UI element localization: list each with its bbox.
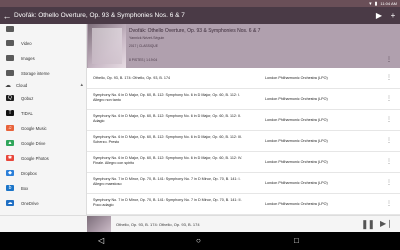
folder-icon: [6, 70, 14, 76]
sidebar-item-label: Google Music: [21, 125, 47, 131]
now-playing-art: [87, 216, 111, 233]
cloud-section-header[interactable]: ☁ Cloud ▴: [0, 80, 86, 90]
sidebar-folder-label: Video: [21, 40, 32, 46]
track-row[interactable]: Symphony No. 6 in D Major, Op. 60, B. 11…: [87, 110, 400, 131]
status-time: 11:04 AM: [380, 1, 397, 6]
track-row[interactable]: Symphony No. 7 in D Minor, Op. 70, B. 14…: [87, 173, 400, 194]
sidebar-item-google-drive[interactable]: ▲ Google Drive: [0, 136, 86, 150]
album-title: Dvořák: Othello Overture, Op. 93 & Symph…: [129, 28, 261, 34]
cloud-icon: ☁: [5, 82, 11, 89]
track-row[interactable]: Symphony No. 7 in D Minor, Op. 70, B. 14…: [87, 194, 400, 215]
track-row[interactable]: Othello, Op. 93, B. 174: Othello, Op. 93…: [87, 68, 400, 89]
album-cover: [88, 24, 126, 68]
google-drive-icon: ▲: [6, 140, 14, 146]
sidebar-item-google-photos[interactable]: ✱ Google Photos: [0, 151, 86, 165]
track-row[interactable]: Symphony No. 6 in D Major, Op. 60, B. 11…: [87, 131, 400, 152]
chevron-up-icon[interactable]: ▴: [80, 82, 83, 88]
track-artist: London Philharmonic Orchestra (LPO): [265, 202, 328, 206]
track-title: Symphony No. 7 in D Minor, Op. 70, B. 14…: [93, 198, 242, 207]
sidebar-folder[interactable]: [0, 24, 86, 36]
main-content: Dvořák: Othello Overture, Op. 93 & Symph…: [87, 24, 400, 215]
album-header: Dvořák: Othello Overture, Op. 93 & Symph…: [87, 24, 400, 68]
app-bar: ← Dvořák: Othello Overture, Op. 93 & Sym…: [0, 7, 400, 24]
nav-recents-icon[interactable]: □: [294, 236, 299, 245]
back-arrow-icon[interactable]: ←: [0, 11, 14, 21]
skip-next-icon[interactable]: ▶❘: [380, 219, 393, 228]
nav-bar: ◁ ○ □: [0, 232, 400, 250]
track-artist: London Philharmonic Orchestra (LPO): [265, 97, 328, 101]
box-icon: b: [6, 185, 14, 191]
track-title: Symphony No. 6 in D Major, Op. 60, B. 11…: [93, 135, 243, 144]
sidebar-item-google-music[interactable]: ♫ Google Music: [0, 121, 86, 135]
track-more-icon[interactable]: ⋮: [386, 137, 392, 144]
sidebar-item-dropbox[interactable]: ◆ Dropbox: [0, 166, 86, 180]
sidebar-item-label: Dropbox: [21, 170, 37, 176]
sidebar-item-label: TIDAL: [21, 110, 33, 116]
sidebar-item-qobuz[interactable]: Q Qobuz: [0, 91, 86, 105]
sidebar-item-label: OneDrive: [21, 200, 39, 206]
sidebar-item-label: Box: [21, 185, 29, 191]
track-artist: London Philharmonic Orchestra (LPO): [265, 181, 328, 185]
track-more-icon[interactable]: ⋮: [386, 95, 392, 102]
sidebar-item-onedrive[interactable]: ☁ OneDrive: [0, 196, 86, 210]
now-playing-text: Othello, Op. 93, B. 174: Othello, Op. 93…: [116, 222, 200, 227]
mini-player[interactable]: Othello, Op. 93, B. 174: Othello, Op. 93…: [0, 215, 400, 233]
nav-back-icon[interactable]: ◁: [98, 236, 104, 245]
sidebar-folder[interactable]: Video: [0, 36, 86, 50]
track-more-icon[interactable]: ⋮: [386, 200, 392, 207]
track-artist: London Philharmonic Orchestra (LPO): [265, 139, 328, 143]
onedrive-icon: ☁: [6, 200, 14, 206]
sidebar-folder-label: Storage interne: [21, 70, 50, 76]
track-artist: London Philharmonic Orchestra (LPO): [265, 76, 328, 80]
sidebar-item-label: Qobuz: [21, 95, 34, 101]
sidebar-folder-label: Images: [21, 55, 35, 61]
sidebar-item-label: Google Drive: [21, 140, 46, 146]
track-title: Symphony No. 7 in D Minor, Op. 70, B. 14…: [93, 177, 241, 186]
battery-icon: ▮: [374, 0, 378, 7]
add-icon[interactable]: +: [386, 11, 400, 20]
screen: ▾ ▮ 11:04 AM ← Dvořák: Othello Overture,…: [0, 0, 400, 250]
sidebar: Video Images Storage interne ☁ Cloud ▴ Q Qobuz T…: [0, 24, 87, 215]
sidebar-item-label: Google Photos: [21, 155, 49, 161]
track-title: Othello, Op. 93, B. 174: Othello, Op. 93…: [93, 76, 171, 80]
folder-icon: [6, 26, 14, 32]
app-bar-title: Dvořák: Othello Overture, Op. 93 & Symph…: [14, 12, 185, 19]
nav-home-icon[interactable]: ○: [196, 236, 201, 245]
album-meta: 2017 | CLASSIQUE: [129, 44, 158, 48]
track-artist: London Philharmonic Orchestra (LPO): [265, 160, 328, 164]
track-title: Symphony No. 6 in D Major, Op. 60, B. 11…: [93, 93, 241, 102]
google-music-icon: ♫: [6, 125, 14, 131]
album-artist[interactable]: Yannick Nézet-Séguin: [129, 36, 164, 40]
track-more-icon[interactable]: ⋮: [386, 158, 392, 165]
track-more-icon[interactable]: ⋮: [386, 179, 392, 186]
track-more-icon[interactable]: ⋮: [386, 116, 392, 123]
play-icon[interactable]: ▶: [372, 11, 386, 20]
pause-icon[interactable]: ❚❚: [361, 219, 375, 230]
track-more-icon[interactable]: ⋮: [386, 74, 392, 81]
wifi-icon: ▾: [369, 0, 372, 7]
track-title: Symphony No. 6 in D Major, Op. 60, B. 11…: [93, 156, 243, 165]
track-row[interactable]: Symphony No. 6 in D Major, Op. 60, B. 11…: [87, 152, 400, 173]
more-vert-icon[interactable]: ⋮: [386, 56, 392, 63]
folder-icon: [6, 55, 14, 61]
status-bar: ▾ ▮ 11:04 AM: [0, 0, 400, 7]
sidebar-item-tidal[interactable]: T TIDAL: [0, 106, 86, 120]
track-title: Symphony No. 6 in D Major, Op. 60, B. 11…: [93, 114, 242, 123]
sidebar-folder[interactable]: Images: [0, 51, 86, 65]
track-artist: London Philharmonic Orchestra (LPO): [265, 118, 328, 122]
qobuz-icon: Q: [6, 95, 14, 101]
tidal-icon: T: [6, 110, 14, 116]
sidebar-folder[interactable]: Storage interne: [0, 66, 86, 80]
album-track-count: 8 PISTES | 1:19:04: [129, 58, 158, 62]
dropbox-icon: ◆: [6, 170, 14, 176]
track-row[interactable]: Symphony No. 6 in D Major, Op. 60, B. 11…: [87, 89, 400, 110]
sidebar-item-box[interactable]: b Box: [0, 181, 86, 195]
google-photos-icon: ✱: [6, 155, 14, 161]
cloud-section-label: Cloud: [16, 82, 28, 88]
folder-icon: [6, 40, 14, 46]
